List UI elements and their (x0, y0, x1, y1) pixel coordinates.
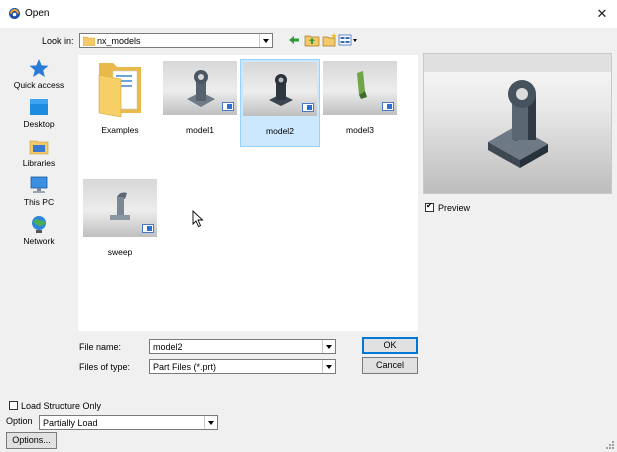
file-item-model3[interactable]: model3 (320, 61, 400, 151)
nx-app-icon (9, 8, 20, 19)
file-name: model2 (266, 126, 294, 136)
part-file-badge-icon (222, 102, 234, 111)
bracket-preview-icon (488, 80, 548, 168)
place-label: Quick access (13, 80, 65, 90)
file-item-model2[interactable]: model2 (240, 59, 320, 147)
place-this-pc[interactable]: This PC (8, 175, 70, 207)
preview-checkbox[interactable] (425, 201, 434, 212)
part-file-badge-icon (142, 224, 154, 233)
part-file-badge-icon (302, 103, 314, 112)
load-structure-label: Load Structure Only (21, 401, 102, 411)
window-title: Open (25, 8, 50, 19)
cancel-button[interactable]: Cancel (362, 357, 418, 374)
chevron-down-icon[interactable] (259, 34, 272, 47)
chevron-down-icon[interactable] (322, 360, 335, 373)
part-thumbnail (243, 62, 317, 116)
file-list[interactable]: Examples model1 model2 model3 sweep (78, 55, 418, 331)
place-label: This PC (23, 197, 55, 207)
files-of-type-label: Files of type: (79, 362, 131, 372)
up-folder-icon[interactable] (304, 32, 320, 48)
file-name: sweep (107, 247, 133, 257)
place-network[interactable]: Network (8, 214, 70, 246)
file-item-model1[interactable]: model1 (160, 61, 240, 151)
part-file-badge-icon (382, 102, 394, 111)
file-name-field[interactable]: model2 (149, 339, 336, 354)
part-thumbnail (163, 61, 237, 115)
mouse-cursor-icon (192, 210, 204, 228)
ok-button[interactable]: OK (362, 337, 418, 354)
option-value: Partially Load (43, 418, 98, 428)
file-name: model3 (346, 125, 374, 135)
place-label: Network (23, 236, 55, 246)
chevron-down-icon[interactable] (322, 340, 335, 353)
computer-icon (30, 176, 48, 193)
place-label: Desktop (23, 119, 55, 129)
look-in-combo[interactable]: nx_models (79, 33, 273, 48)
folder-thumbnail (83, 61, 157, 117)
place-libraries[interactable]: Libraries (8, 136, 70, 168)
part-thumbnail (323, 61, 397, 115)
new-folder-icon[interactable] (322, 32, 338, 48)
file-item-sweep[interactable]: sweep (80, 179, 160, 269)
files-of-type-combo[interactable]: Part Files (*.prt) (149, 359, 336, 374)
desktop-icon (30, 99, 48, 115)
file-name-label: File name: (79, 342, 122, 352)
view-menu-icon[interactable] (338, 32, 360, 48)
option-combo[interactable]: Partially Load (39, 415, 218, 430)
folder-icon (98, 63, 141, 117)
close-button[interactable]: ✕ (587, 0, 617, 28)
preview-label: Preview (438, 203, 471, 213)
libraries-icon (29, 140, 49, 155)
file-name: Examples (101, 125, 139, 135)
option-label: Option (6, 416, 33, 426)
look-in-value: nx_models (97, 36, 141, 46)
look-in-label: Look in: (42, 36, 74, 46)
network-icon (32, 216, 46, 233)
folder-icon (83, 36, 95, 46)
title-bar: Open ✕ (0, 0, 617, 28)
place-quick-access[interactable]: Quick access (8, 58, 70, 90)
preview-pane (423, 53, 612, 194)
file-name: model1 (186, 125, 214, 135)
file-name-value: model2 (153, 342, 183, 352)
place-desktop[interactable]: Desktop (8, 97, 70, 129)
back-arrow-icon[interactable] (286, 32, 302, 48)
chevron-down-icon[interactable] (204, 416, 217, 429)
star-icon (29, 59, 49, 77)
files-of-type-value: Part Files (*.prt) (153, 362, 217, 372)
file-item-examples[interactable]: Examples (80, 61, 160, 151)
options-button[interactable]: Options... (6, 432, 57, 449)
part-thumbnail (83, 179, 157, 237)
place-label: Libraries (22, 158, 56, 168)
resize-grip-icon[interactable] (605, 440, 615, 450)
load-structure-checkbox[interactable] (9, 401, 18, 410)
